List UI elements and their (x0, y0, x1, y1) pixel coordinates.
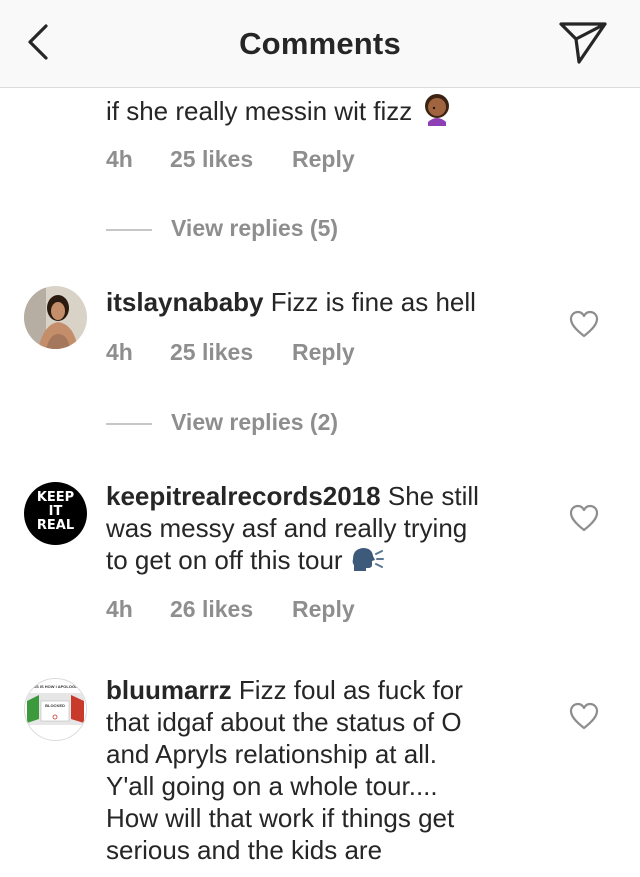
like-heart-icon[interactable] (569, 702, 599, 730)
comment-text: keepitrealrecords2018 She still was mess… (106, 481, 479, 575)
avatar-logo-text: REAL (36, 518, 75, 533)
face-palm-emoji (424, 94, 449, 126)
likes-count[interactable]: 25 likes (170, 146, 253, 173)
comment-text: itslaynababy Fizz is fine as hell (106, 287, 476, 317)
top-nav-bar: Comments (0, 0, 640, 88)
likes-count[interactable]: 25 likes (170, 339, 253, 366)
comments-list: if she really messin wit fizz 4h 25 like… (0, 88, 640, 877)
avatar[interactable] (24, 286, 87, 349)
comment-username[interactable]: bluumarrz (106, 675, 232, 705)
comment-time: 4h (106, 596, 133, 622)
view-replies-button[interactable]: View replies (5) (106, 215, 406, 245)
reply-button[interactable]: Reply (292, 596, 355, 623)
avatar-logo-text: THIS IS HOW I APOLOGIZE (29, 684, 82, 689)
like-heart-icon[interactable] (569, 504, 599, 532)
comment-text: if she really messin wit fizz (106, 92, 546, 127)
avatar-logo-text: IT (48, 504, 63, 519)
page-title: Comments (239, 26, 401, 61)
replies-divider-line (106, 423, 152, 425)
avatar-logo-text: KEEP (36, 490, 75, 505)
avatar-logo-text: BLOCKED (45, 703, 65, 708)
comment-username[interactable]: keepitrealrecords2018 (106, 481, 381, 511)
reply-button[interactable]: Reply (292, 146, 355, 173)
comment-time: 4h (106, 146, 133, 172)
direct-message-icon[interactable] (557, 20, 609, 66)
like-heart-icon[interactable] (569, 310, 599, 338)
view-replies-button[interactable]: View replies (2) (106, 409, 406, 439)
comment-username[interactable]: itslaynababy (106, 287, 264, 317)
avatar[interactable]: THIS IS HOW I APOLOGIZE BLOCKED (24, 678, 87, 741)
comment-text: bluumarrz Fizz foul as fuck for that idg… (106, 675, 463, 865)
comment-time: 4h (106, 339, 133, 365)
likes-count[interactable]: 26 likes (170, 596, 253, 623)
speaking-head-emoji (352, 548, 384, 571)
avatar[interactable]: KEEP IT REAL (24, 482, 87, 545)
replies-divider-line (106, 229, 152, 231)
reply-button[interactable]: Reply (292, 339, 355, 366)
